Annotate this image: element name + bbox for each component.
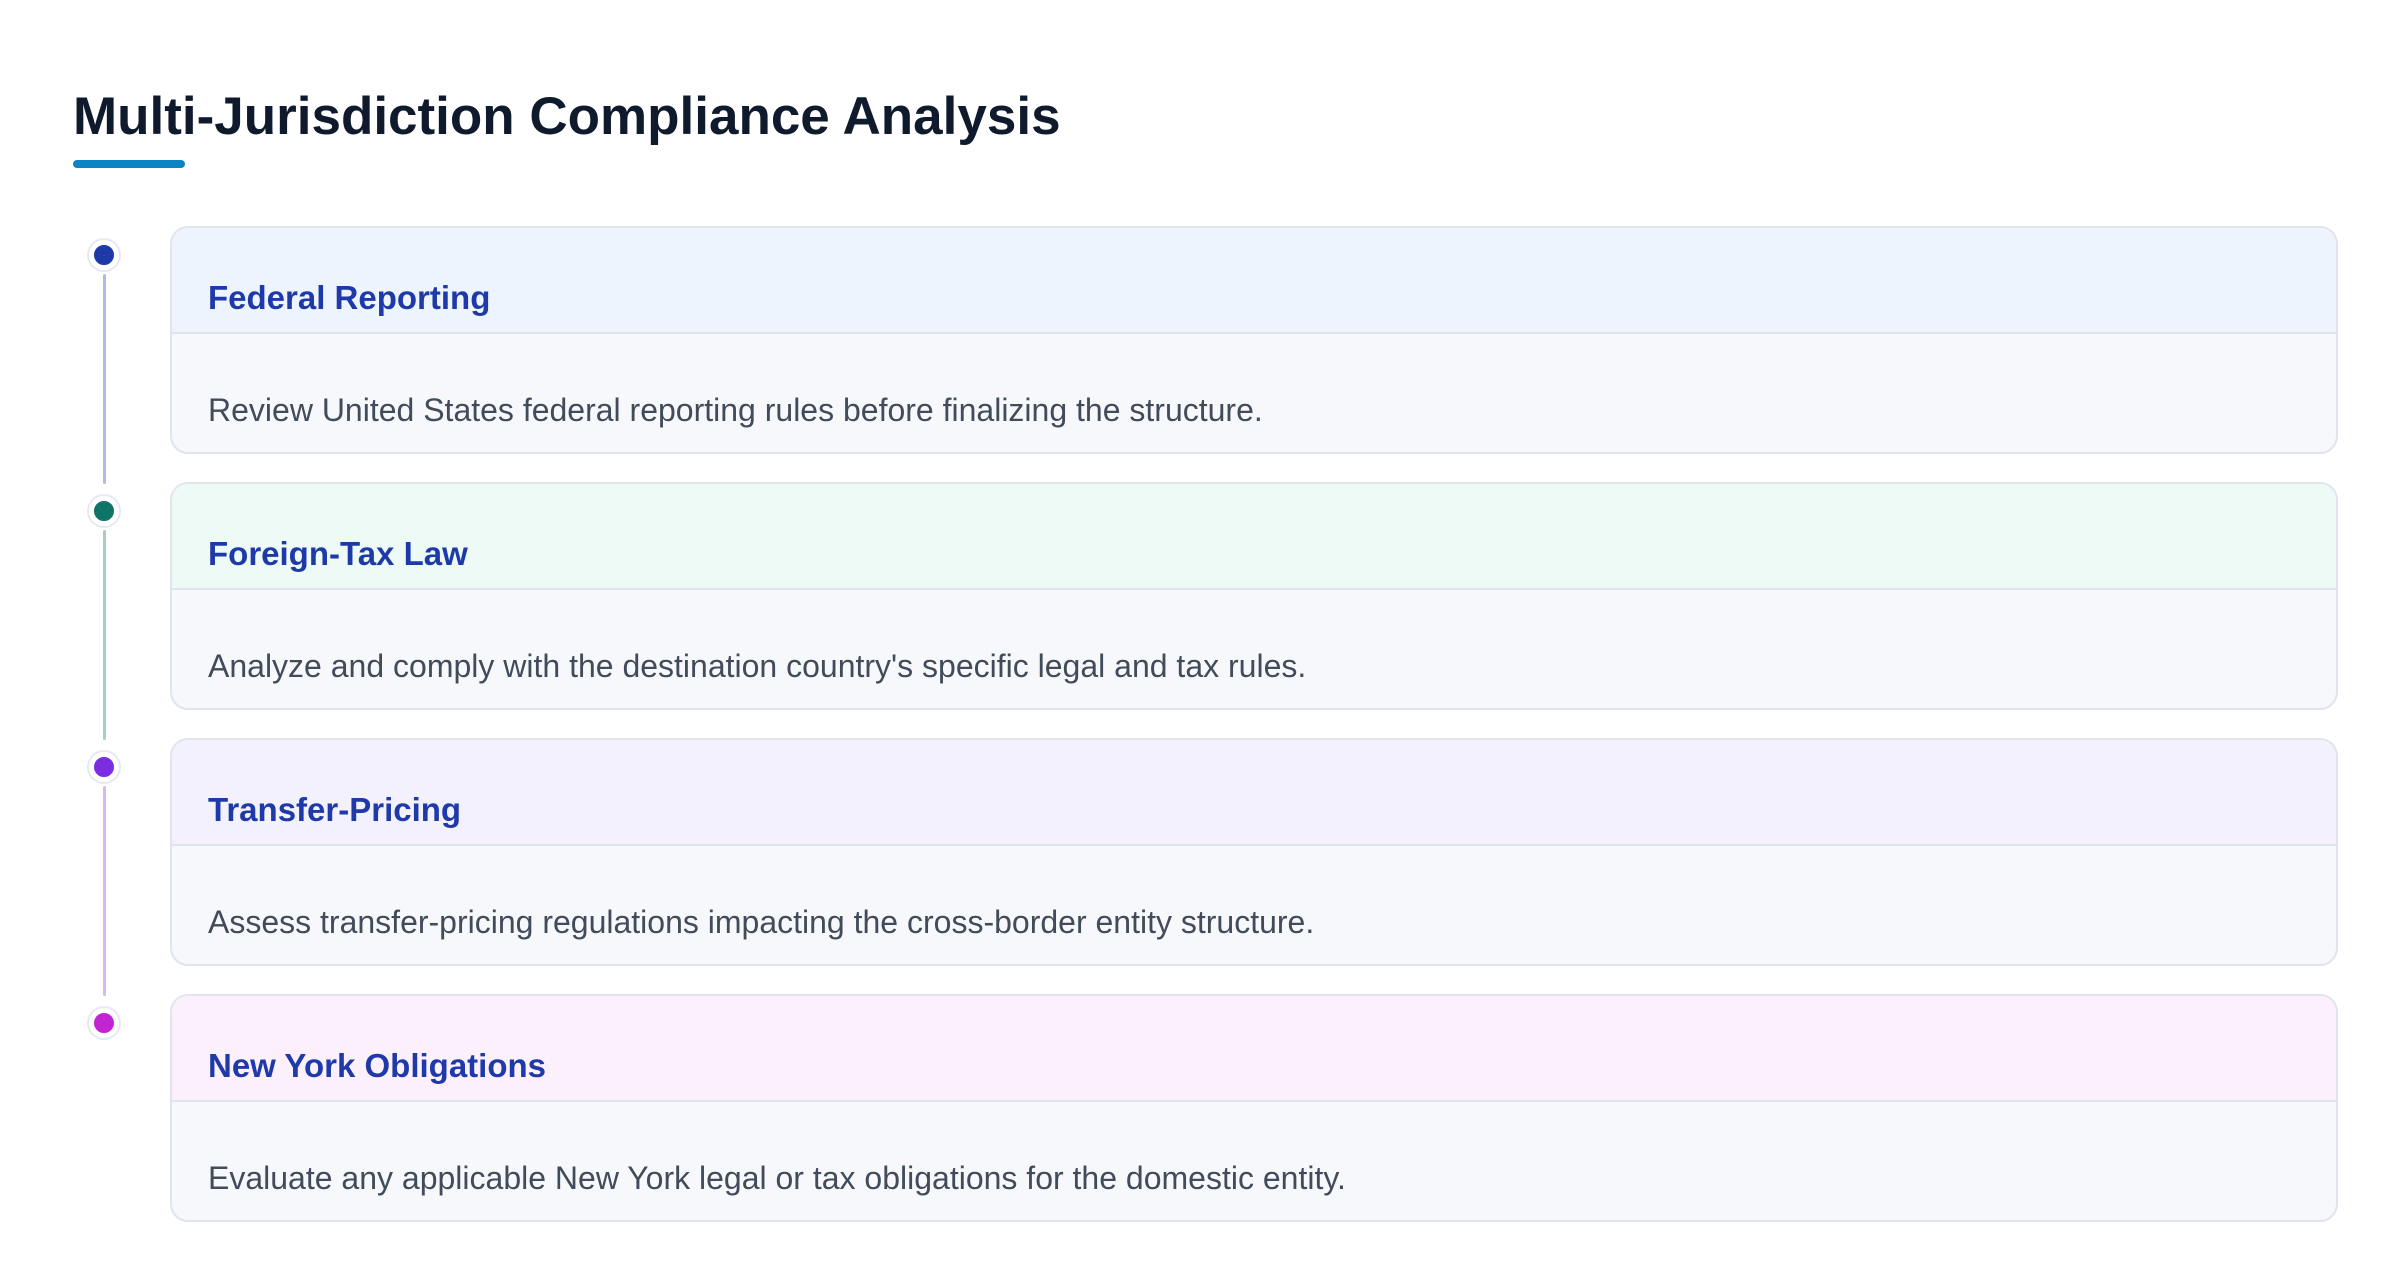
step-card-header: Federal Reporting (172, 228, 2336, 334)
compliance-timeline: Federal Reporting Review United States f… (0, 0, 2400, 1288)
step-description: Analyze and comply with the destination … (208, 648, 1307, 684)
step-title: Transfer-Pricing (208, 791, 462, 828)
step-card: Transfer-Pricing Assess transfer-pricing… (170, 738, 2338, 966)
step-card: Federal Reporting Review United States f… (170, 226, 2338, 454)
timeline-connector (103, 786, 106, 996)
step-description: Review United States federal reporting r… (208, 392, 1263, 428)
step-card: New York Obligations Evaluate any applic… (170, 994, 2338, 1222)
step-description: Evaluate any applicable New York legal o… (208, 1160, 1346, 1196)
timeline-step: Federal Reporting Review United States f… (0, 226, 2400, 484)
timeline-step: New York Obligations Evaluate any applic… (0, 994, 2400, 1249)
step-card-header: Foreign-Tax Law (172, 484, 2336, 590)
step-title: Federal Reporting (208, 279, 491, 316)
timeline-connector (103, 530, 106, 740)
step-description: Assess transfer-pricing regulations impa… (208, 904, 1315, 940)
step-card-body: Evaluate any applicable New York legal o… (172, 1102, 2336, 1220)
step-card-header: New York Obligations (172, 996, 2336, 1102)
step-card-body: Assess transfer-pricing regulations impa… (172, 846, 2336, 964)
timeline-step: Transfer-Pricing Assess transfer-pricing… (0, 738, 2400, 996)
step-card: Foreign-Tax Law Analyze and comply with … (170, 482, 2338, 710)
step-card-body: Review United States federal reporting r… (172, 334, 2336, 452)
timeline-dot (89, 240, 119, 270)
timeline-step: Foreign-Tax Law Analyze and comply with … (0, 482, 2400, 740)
timeline-dot (89, 752, 119, 782)
timeline-dot (89, 1008, 119, 1038)
step-card-body: Analyze and comply with the destination … (172, 590, 2336, 708)
step-card-header: Transfer-Pricing (172, 740, 2336, 846)
step-title: Foreign-Tax Law (208, 535, 468, 572)
timeline-dot (89, 496, 119, 526)
timeline-connector (103, 274, 106, 484)
step-title: New York Obligations (208, 1047, 547, 1084)
